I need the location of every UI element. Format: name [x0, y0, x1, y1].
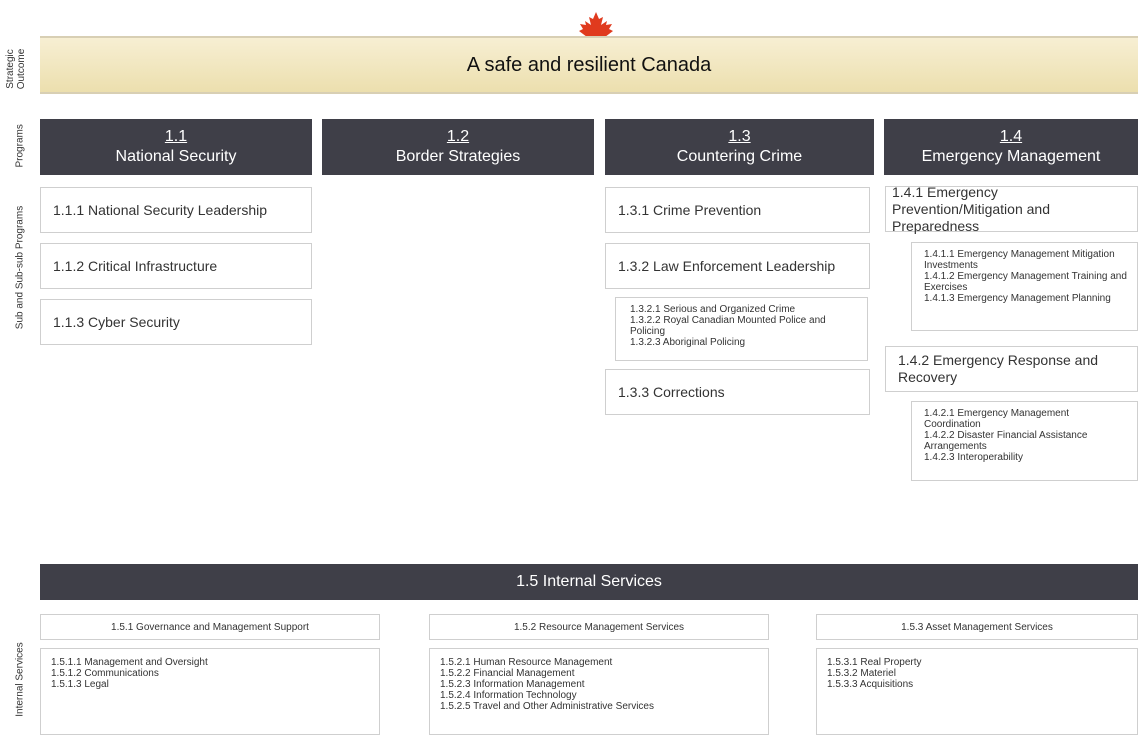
list-item: 1.4.1.1 Emergency Management Mitigation … — [924, 249, 1115, 271]
list-item: 1.5.1.1 Management and Oversight — [51, 657, 208, 668]
list-item: 1.5.3.2 Materiel — [827, 668, 896, 679]
list-item: 1.5.3.1 Real Property — [827, 657, 922, 668]
list-item: 1.4.2.2 Disaster Financial Assistance Ar… — [924, 430, 1088, 452]
program-number: 1.1 — [164, 128, 188, 145]
list-item: 1.4.1.2 Emergency Management Training an… — [924, 271, 1127, 293]
program-1-2: 1.2 Border Strategies — [322, 119, 594, 175]
sub-program-1-3-3: 1.3.3 Corrections — [605, 369, 870, 415]
sub-program-1-4-2: 1.4.2 Emergency Response and Recovery — [885, 346, 1138, 392]
program-name: Countering Crime — [676, 148, 803, 165]
sub-program-1-1-2: 1.1.2 Critical Infrastructure — [40, 243, 312, 289]
strategic-outcome-text: A safe and resilient Canada — [466, 53, 712, 76]
internal-list-1-5-3: 1.5.3.1 Real Property 1.5.3.2 Materiel 1… — [816, 648, 1138, 735]
sub-sub-list-1-4-2: 1.4.2.1 Emergency Management Coordinatio… — [911, 401, 1138, 481]
list-item: 1.3.2.1 Serious and Organized Crime — [630, 304, 796, 315]
program-1-4: 1.4 Emergency Management — [884, 119, 1138, 175]
list-item: 1.3.2.2 Royal Canadian Mounted Police an… — [630, 315, 826, 337]
program-1-1: 1.1 National Security — [40, 119, 312, 175]
list-item: 1.5.2.1 Human Resource Management — [440, 657, 613, 668]
list-item: 1.5.2.5 Travel and Other Administrative … — [440, 701, 654, 712]
internal-list-1-5-1: 1.5.1.1 Management and Oversight 1.5.1.2… — [40, 648, 380, 735]
program-name: National Security — [115, 148, 237, 165]
internal-group-1-5-2: 1.5.2 Resource Management Services — [429, 614, 769, 640]
sub-programs-label: Sub and Sub-sub Programs — [14, 205, 26, 330]
sub-program-1-1-3: 1.1.3 Cyber Security — [40, 299, 312, 345]
list-item: 1.5.1.2 Communications — [51, 668, 159, 679]
strategic-outcome-label: Strategic Outcome — [5, 48, 27, 90]
program-number: 1.2 — [446, 128, 470, 145]
sub-sub-list-1-3-2: 1.3.2.1 Serious and Organized Crime 1.3.… — [615, 297, 868, 361]
program-name: Emergency Management — [921, 148, 1101, 165]
list-item: 1.4.2.3 Interoperability — [924, 452, 1023, 463]
internal-services-title: 1.5 Internal Services — [516, 573, 662, 590]
program-1-3: 1.3 Countering Crime — [605, 119, 874, 175]
program-name: Border Strategies — [395, 148, 521, 165]
list-item: 1.3.2.3 Aboriginal Policing — [630, 337, 746, 348]
list-item: 1.5.2.2 Financial Management — [440, 668, 575, 679]
list-item: 1.5.2.3 Information Management — [440, 679, 585, 690]
sub-program-1-3-2: 1.3.2 Law Enforcement Leadership — [605, 243, 870, 289]
sub-program-1-1-1: 1.1.1 National Security Leadership — [40, 187, 312, 233]
list-item: 1.4.1.3 Emergency Management Planning — [924, 293, 1111, 304]
list-item: 1.4.2.1 Emergency Management Coordinatio… — [924, 408, 1070, 430]
list-item: 1.5.1.3 Legal — [51, 679, 109, 690]
internal-group-1-5-1: 1.5.1 Governance and Management Support — [40, 614, 380, 640]
program-number: 1.3 — [728, 128, 751, 145]
internal-group-1-5-3: 1.5.3 Asset Management Services — [816, 614, 1138, 640]
list-item: 1.5.2.4 Information Technology — [440, 690, 577, 701]
internal-services-banner: 1.5 Internal Services — [40, 564, 1138, 600]
program-number: 1.4 — [999, 128, 1023, 145]
internal-list-1-5-2: 1.5.2.1 Human Resource Management 1.5.2.… — [429, 648, 769, 735]
sub-program-1-4-1: 1.4.1 Emergency Prevention/Mitigation an… — [885, 184, 1138, 234]
programs-label: Programs — [14, 124, 26, 168]
sub-sub-list-1-4-1: 1.4.1.1 Emergency Management Mitigation … — [911, 242, 1138, 331]
strategic-outcome-banner: A safe and resilient Canada — [40, 36, 1138, 94]
list-item: 1.5.3.3 Acquisitions — [827, 679, 914, 690]
sub-program-1-3-1: 1.3.1 Crime Prevention — [605, 187, 870, 233]
internal-services-label: Internal Services — [14, 642, 26, 717]
